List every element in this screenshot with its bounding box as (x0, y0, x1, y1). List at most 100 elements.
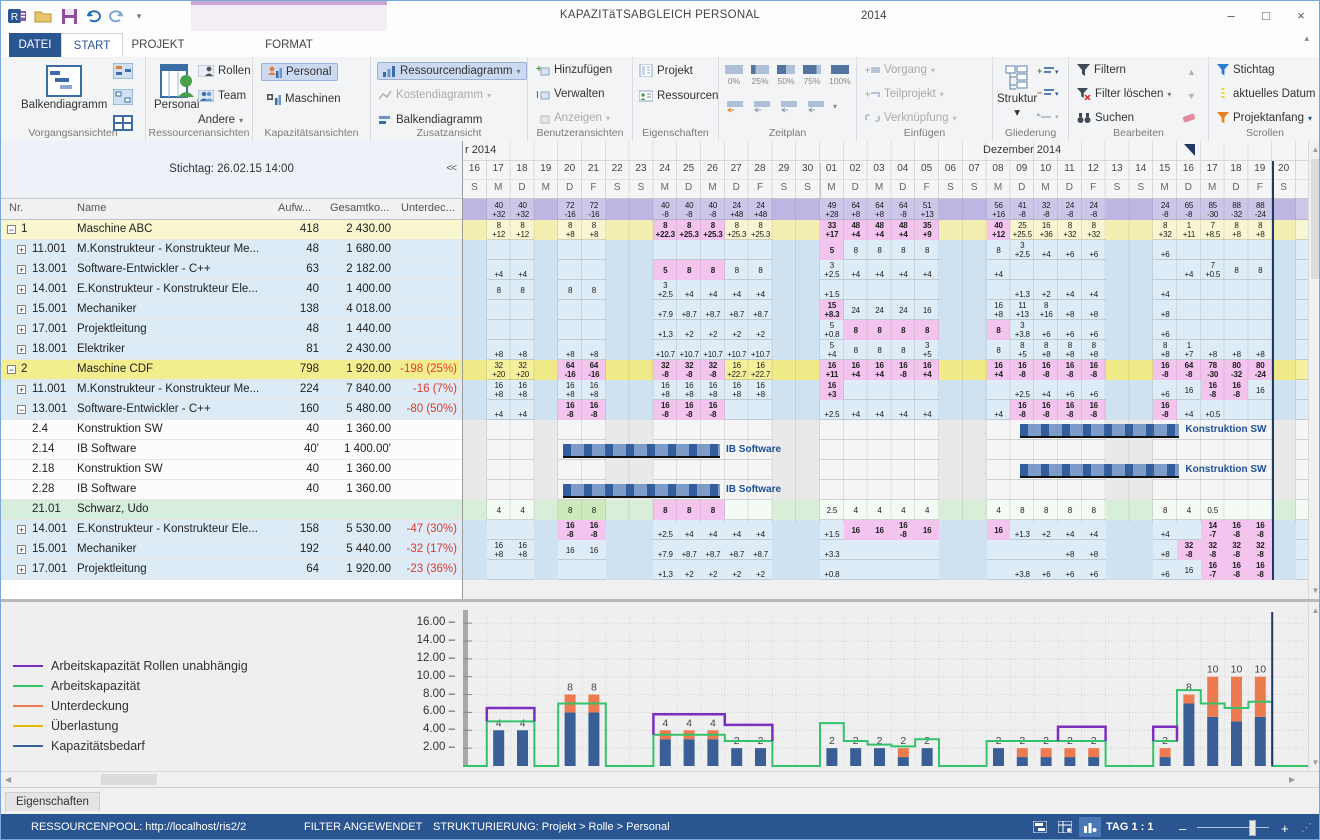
grid-cell[interactable]: 16+8 (653, 380, 677, 400)
grid-cell[interactable]: 80-32 (1225, 360, 1249, 380)
grid-cell[interactable]: 32+20 (511, 360, 535, 380)
kapazitaet-personal-button[interactable]: Personal (261, 63, 338, 81)
grid-cell[interactable]: 16+8 (511, 380, 535, 400)
grid-cell[interactable]: 51+13 (915, 199, 939, 220)
grid-cell[interactable]: 33+17 (820, 220, 844, 240)
grid-cell[interactable]: 8 (891, 320, 915, 340)
grid-cell[interactable]: 65-8 (1177, 199, 1201, 220)
grid-cell[interactable]: +1.3 (1010, 280, 1034, 300)
grid-cell[interactable]: 24+48 (749, 199, 773, 220)
grid-cell[interactable]: 8 (987, 240, 1011, 260)
grid-cell[interactable]: 16 (582, 540, 606, 560)
progress-50%-button[interactable]: 50% (777, 65, 795, 86)
view-chart-icon[interactable] (1079, 817, 1101, 837)
grid-cell[interactable]: 8+8 (558, 220, 582, 240)
table-row[interactable]: 21.01Schwarz, Udo (1, 500, 462, 520)
day-column-header[interactable]: 22 (606, 163, 630, 174)
grid-cell[interactable]: +6 (1058, 380, 1082, 400)
struktur-button[interactable]: Struktur▾ (997, 65, 1037, 119)
grid-cell[interactable]: 16+4 (987, 360, 1011, 380)
day-column-header[interactable]: 08 (987, 163, 1011, 174)
grid-cell[interactable]: +8 (1082, 540, 1106, 560)
grid-cell[interactable]: +2 (1034, 520, 1058, 540)
grid-cell[interactable]: 25+25.5 (1010, 220, 1034, 240)
grid-cell[interactable]: 8 (891, 340, 915, 360)
collapse-icon[interactable]: − (7, 365, 16, 374)
grid-cell[interactable]: +4 (868, 260, 892, 280)
grid-cell[interactable]: 4 (915, 500, 939, 520)
grid-cell[interactable]: 16+4 (915, 360, 939, 380)
day-column-header[interactable]: 15 (1153, 163, 1177, 174)
grid-cell[interactable]: 1+11 (1177, 220, 1201, 240)
grid-cell[interactable]: +4 (511, 400, 535, 420)
schedule-tool-icon[interactable] (779, 99, 799, 113)
grid-cell[interactable]: 2.5 (820, 500, 844, 520)
grid-cell[interactable]: 8+25.3 (701, 220, 725, 240)
grid-cell[interactable]: 8 (582, 500, 606, 520)
grid-cell[interactable]: 48+4 (868, 220, 892, 240)
grid-cell[interactable]: 16-8 (1225, 380, 1249, 400)
grid-cell[interactable]: 72-16 (582, 199, 606, 220)
zoom-slider[interactable] (1197, 827, 1269, 828)
expand-icon[interactable]: + (17, 545, 26, 554)
network-view-icon[interactable] (113, 63, 133, 79)
grid-cell[interactable]: +8.7 (701, 540, 725, 560)
grid-cell[interactable]: 8 (558, 280, 582, 300)
day-column-header[interactable]: 09 (1010, 163, 1034, 174)
grid-cell[interactable]: 8 (749, 260, 773, 280)
grid-cell[interactable]: +4 (749, 520, 773, 540)
grid-cell[interactable]: 32-8 (1225, 540, 1249, 560)
grid-cell[interactable]: 16-8 (1034, 400, 1058, 420)
grid-cell[interactable]: 8 (868, 240, 892, 260)
grid-cell[interactable]: +3.3 (820, 540, 844, 560)
grid-cell[interactable]: +4 (1058, 520, 1082, 540)
grid-cell[interactable]: 16-8 (1225, 560, 1249, 580)
projekt-eigenschaften-button[interactable]: Projekt (639, 64, 693, 77)
table-row[interactable]: −2Maschine CDF7981 920.00-198 (25%) (1, 360, 462, 380)
grid-cell[interactable]: 8 (487, 280, 511, 300)
grid-cell[interactable]: 40+32 (487, 199, 511, 220)
grid-cell[interactable]: 8 (1058, 500, 1082, 520)
grid-cell[interactable]: 8+25.3 (725, 220, 749, 240)
col-aufwand[interactable]: Aufw... (278, 202, 311, 214)
balkendiagramm-button[interactable]: Balkendiagramm (21, 63, 107, 111)
grid-cell[interactable]: +2 (701, 560, 725, 580)
grid-cell[interactable]: 5 (820, 240, 844, 260)
grid-cell[interactable]: 8+8 (1248, 220, 1272, 240)
day-column-header[interactable]: 17 (487, 163, 511, 174)
expand-icon[interactable]: + (17, 245, 26, 254)
grid-cell[interactable]: 56+16 (987, 199, 1011, 220)
schedule-tool-icon[interactable] (752, 99, 772, 113)
grid-cell[interactable]: 8 (868, 340, 892, 360)
grid-cell[interactable]: +4 (749, 280, 773, 300)
table-row[interactable]: +15.001Mechaniker1925 440.00-32 (17%) (1, 540, 462, 560)
grid-cell[interactable]: +4 (725, 520, 749, 540)
grid-cell[interactable]: +4 (987, 260, 1011, 280)
table-row[interactable]: 2.28IB Software401 360.00 (1, 480, 462, 500)
day-column-header[interactable]: 20 (558, 163, 582, 174)
balkendiagramm-zusatz-button[interactable]: Balkendiagramm (379, 114, 482, 126)
grid-cell[interactable]: +4 (868, 400, 892, 420)
col-unterdeckung[interactable]: Unterdec... (401, 202, 455, 214)
vertical-scrollbar[interactable]: ▲ ▼ (1308, 141, 1320, 599)
grid-cell[interactable]: 16+4 (844, 360, 868, 380)
grid-cell[interactable]: 3+2.5 (820, 260, 844, 280)
grid-cell[interactable]: 24-8 (1082, 199, 1106, 220)
grid-cell[interactable]: 8+8 (1225, 220, 1249, 240)
grid-cell[interactable]: 8+32 (1082, 220, 1106, 240)
grid-cell[interactable]: +1.5 (820, 280, 844, 300)
grid-cell[interactable]: 16+8 (487, 540, 511, 560)
day-column-header[interactable]: 16 (1177, 163, 1201, 174)
grid-cell[interactable]: 88-32 (1225, 199, 1249, 220)
day-column-header[interactable]: 20 (1272, 163, 1296, 174)
grid-cell[interactable]: +6 (1058, 560, 1082, 580)
grid-cell[interactable]: 8 (725, 260, 749, 280)
grid-cell[interactable]: 32-8 (1248, 540, 1272, 560)
day-column-header[interactable]: 19 (1248, 163, 1272, 174)
grid-cell[interactable]: 8 (915, 320, 939, 340)
grid-cell[interactable]: +1.3 (653, 560, 677, 580)
filter-loeschen-button[interactable]: Filter löschen▾ (1077, 88, 1171, 100)
grid-cell[interactable]: +8 (1248, 340, 1272, 360)
table-row[interactable]: +18.001Elektriker812 430.00 (1, 340, 462, 360)
suchen-button[interactable]: Suchen (1077, 112, 1134, 124)
